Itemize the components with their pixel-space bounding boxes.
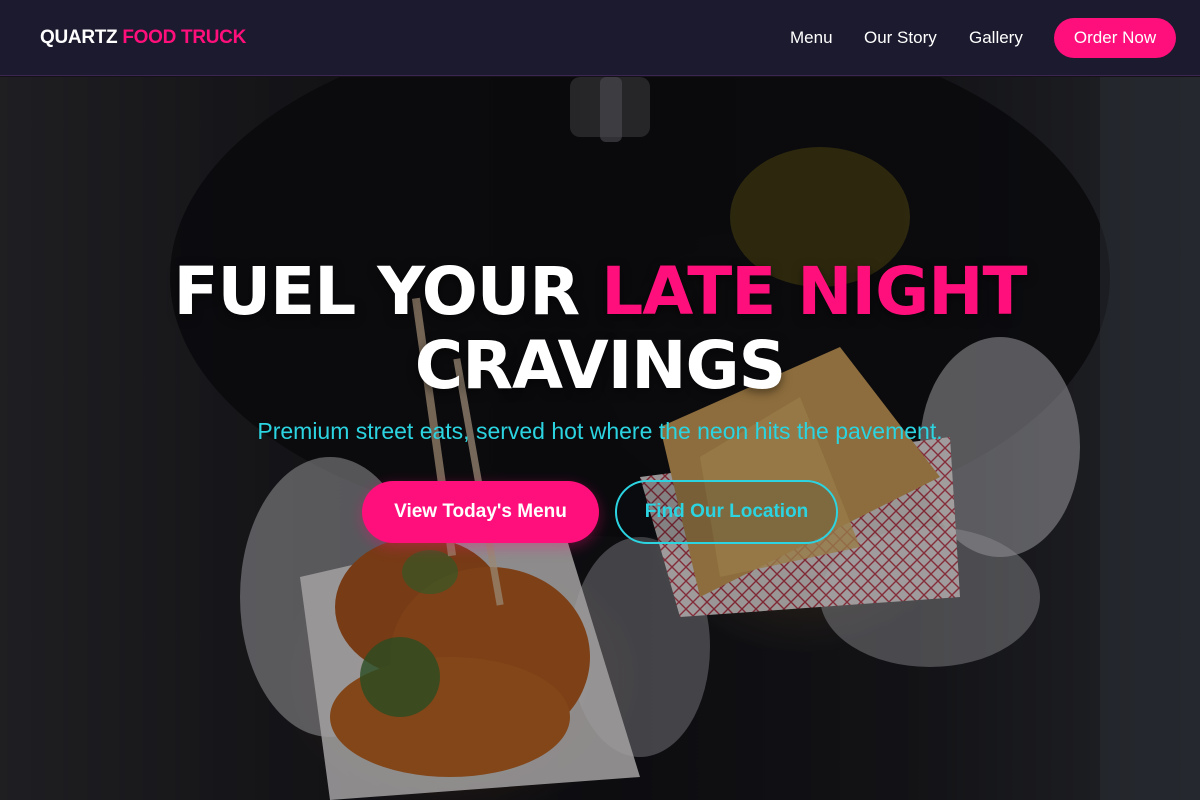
view-todays-menu-button[interactable]: View Today's Menu <box>362 481 599 543</box>
headline-text-part1: FUEL YOUR <box>173 253 580 330</box>
headline-text-part3: CRAVINGS <box>414 327 786 404</box>
hero-tagline: Premium street eats, served hot where th… <box>257 418 943 444</box>
nav-link-menu[interactable]: Menu <box>790 28 833 48</box>
hero-section: FUEL YOUR LATE NIGHT CRAVINGS Premium st… <box>0 77 1200 800</box>
brand-name-accent: FOOD TRUCK <box>122 27 246 48</box>
headline-text-highlight: LATE NIGHT <box>601 253 1027 330</box>
hero-headline: FUEL YOUR LATE NIGHT CRAVINGS <box>0 255 1200 403</box>
brand-logo[interactable]: QUARTZ FOOD TRUCK <box>40 27 246 49</box>
brand-name-primary: QUARTZ <box>40 27 118 48</box>
top-navigation-bar: QUARTZ FOOD TRUCK Menu Our Story Gallery… <box>0 0 1200 76</box>
find-our-location-button[interactable]: Find Our Location <box>615 480 838 544</box>
order-now-button[interactable]: Order Now <box>1054 18 1176 58</box>
nav-link-our-story[interactable]: Our Story <box>864 28 937 48</box>
nav-link-gallery[interactable]: Gallery <box>969 28 1023 48</box>
